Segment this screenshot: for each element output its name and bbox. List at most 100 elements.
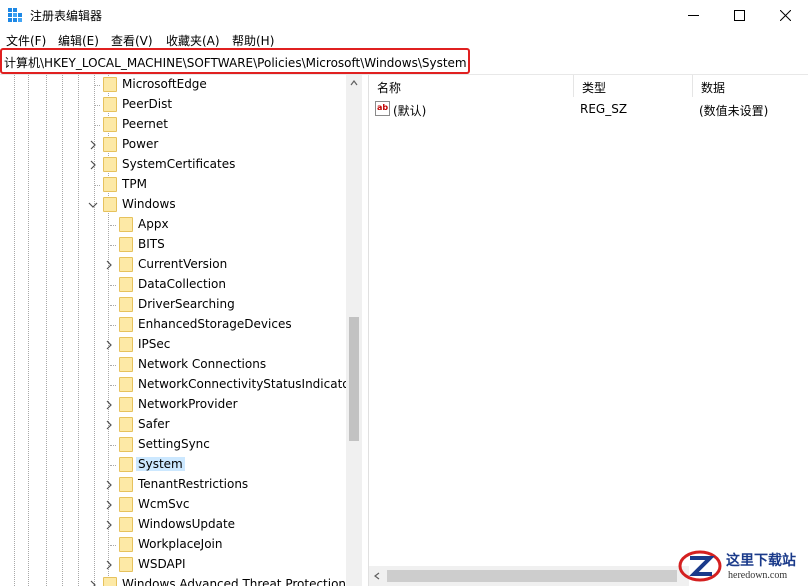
tree-node[interactable]: WcmSvc <box>0 495 346 515</box>
tree-node[interactable]: TenantRestrictions <box>0 475 346 495</box>
chevron-right-icon[interactable] <box>88 160 98 170</box>
menu-edit[interactable]: 编辑(E) <box>58 32 99 49</box>
key-tree[interactable]: MicrosoftEdge PeerDist Peernet Power SystemC… <box>0 75 362 586</box>
chevron-right-icon[interactable] <box>104 400 114 410</box>
tree-node[interactable]: Peernet <box>0 115 346 135</box>
tree-node[interactable]: BITS <box>0 235 346 255</box>
address-highlight-box <box>0 48 470 74</box>
folder-icon <box>119 237 133 252</box>
folder-icon <box>103 577 117 586</box>
folder-icon <box>103 197 117 212</box>
tree-node[interactable]: WSDAPI <box>0 555 346 575</box>
tree-node[interactable]: Safer <box>0 415 346 435</box>
tree-node[interactable]: System <box>0 455 346 475</box>
tree-node[interactable]: DataCollection <box>0 275 346 295</box>
tree-node-label: WindowsUpdate <box>138 517 236 531</box>
column-header-data[interactable]: 数据 <box>693 75 808 97</box>
chevron-right-icon[interactable] <box>104 480 114 490</box>
folder-icon <box>119 557 133 572</box>
tree-node[interactable]: IPSec <box>0 335 346 355</box>
tree-node[interactable]: Appx <box>0 215 346 235</box>
chevron-right-icon[interactable] <box>104 500 114 510</box>
tree-node-label: Network Connections <box>138 357 267 371</box>
tree-node-label: WSDAPI <box>138 557 186 571</box>
tree-vertical-scrollbar[interactable] <box>346 75 362 586</box>
tree-node-label: PeerDist <box>122 97 173 111</box>
pane-splitter[interactable] <box>362 75 369 586</box>
scroll-left-arrow-icon[interactable] <box>373 572 381 580</box>
folder-icon <box>119 417 133 432</box>
value-row-default[interactable]: ab (默认) REG_SZ (数值未设置) <box>369 99 808 119</box>
close-button[interactable] <box>762 0 808 30</box>
tree-node-label: Appx <box>138 217 169 231</box>
folder-icon <box>119 457 133 472</box>
tree-node-label: CurrentVersion <box>138 257 228 271</box>
tree-node[interactable]: MicrosoftEdge <box>0 75 346 95</box>
menu-favorites[interactable]: 收藏夹(A) <box>166 32 220 49</box>
watermark-url: heredown.com <box>728 570 788 581</box>
tree-connector <box>110 325 116 326</box>
tree-node[interactable]: EnhancedStorageDevices <box>0 315 346 335</box>
tree-node[interactable]: Network Connections <box>0 355 346 375</box>
value-name: (默认) <box>393 104 427 118</box>
tree-node[interactable]: DriverSearching <box>0 295 346 315</box>
chevron-right-icon[interactable] <box>104 520 114 530</box>
chevron-right-icon[interactable] <box>104 260 114 270</box>
tree-connector <box>110 545 116 546</box>
tree-connector <box>94 185 100 186</box>
chevron-right-icon[interactable] <box>104 560 114 570</box>
chevron-right-icon[interactable] <box>88 580 98 586</box>
chevron-right-icon[interactable] <box>88 140 98 150</box>
column-header-type[interactable]: 类型 <box>574 75 693 97</box>
tree-node-label: Windows <box>122 197 176 211</box>
tree-node[interactable]: NetworkConnectivityStatusIndicator <box>0 375 355 395</box>
tree-node[interactable]: Windows Advanced Threat Protection <box>0 575 346 586</box>
tree-node-label: WorkplaceJoin <box>138 537 223 551</box>
tree-node-label: DataCollection <box>138 277 227 291</box>
close-icon <box>779 9 791 21</box>
folder-icon <box>119 257 133 272</box>
tree-node-label: WcmSvc <box>138 497 190 511</box>
folder-icon <box>119 517 133 532</box>
folder-icon <box>119 337 133 352</box>
tree-node-label: MicrosoftEdge <box>122 77 207 91</box>
folder-icon <box>103 117 117 132</box>
tree-node[interactable]: CurrentVersion <box>0 255 346 275</box>
folder-icon <box>119 317 133 332</box>
list-scroll-thumb[interactable] <box>387 570 677 582</box>
tree-node[interactable]: SettingSync <box>0 435 346 455</box>
folder-icon <box>119 537 133 552</box>
chevron-right-icon[interactable] <box>104 340 114 350</box>
tree-node-label: BITS <box>138 237 165 251</box>
list-horizontal-scrollbar[interactable] <box>369 566 689 586</box>
scroll-up-arrow-icon[interactable] <box>350 79 358 87</box>
window-title: 注册表编辑器 <box>30 9 103 23</box>
folder-icon <box>119 297 133 312</box>
folder-icon <box>119 357 133 372</box>
tree-connector <box>110 245 116 246</box>
tree-node-label: Power <box>122 137 159 151</box>
minimize-button[interactable] <box>670 0 716 30</box>
tree-node[interactable]: TPM <box>0 175 346 195</box>
tree-connector <box>94 105 100 106</box>
tree-node[interactable]: WorkplaceJoin <box>0 535 346 555</box>
watermark-logo-icon <box>678 550 722 582</box>
menu-view[interactable]: 查看(V) <box>111 32 153 49</box>
menu-help[interactable]: 帮助(H) <box>232 32 274 49</box>
tree-node[interactable]: SystemCertificates <box>0 155 346 175</box>
chevron-down-icon[interactable] <box>88 200 98 210</box>
tree-node[interactable]: PeerDist <box>0 95 346 115</box>
tree-node[interactable]: NetworkProvider <box>0 395 346 415</box>
menu-file[interactable]: 文件(F) <box>6 32 46 49</box>
folder-icon <box>103 137 117 152</box>
tree-node-label: Windows Advanced Threat Protection <box>122 577 347 586</box>
tree-node[interactable]: Power <box>0 135 346 155</box>
tree-node-label: TPM <box>122 177 147 191</box>
column-header-name[interactable]: 名称 <box>369 75 574 97</box>
chevron-right-icon[interactable] <box>104 420 114 430</box>
tree-node[interactable]: WindowsUpdate <box>0 515 346 535</box>
tree-node[interactable]: Windows <box>0 195 346 215</box>
tree-scroll-thumb[interactable] <box>349 317 359 441</box>
maximize-button[interactable] <box>716 0 762 30</box>
values-list: 名称 类型 数据 ab (默认) REG_SZ (数值未设置) <box>369 75 808 586</box>
